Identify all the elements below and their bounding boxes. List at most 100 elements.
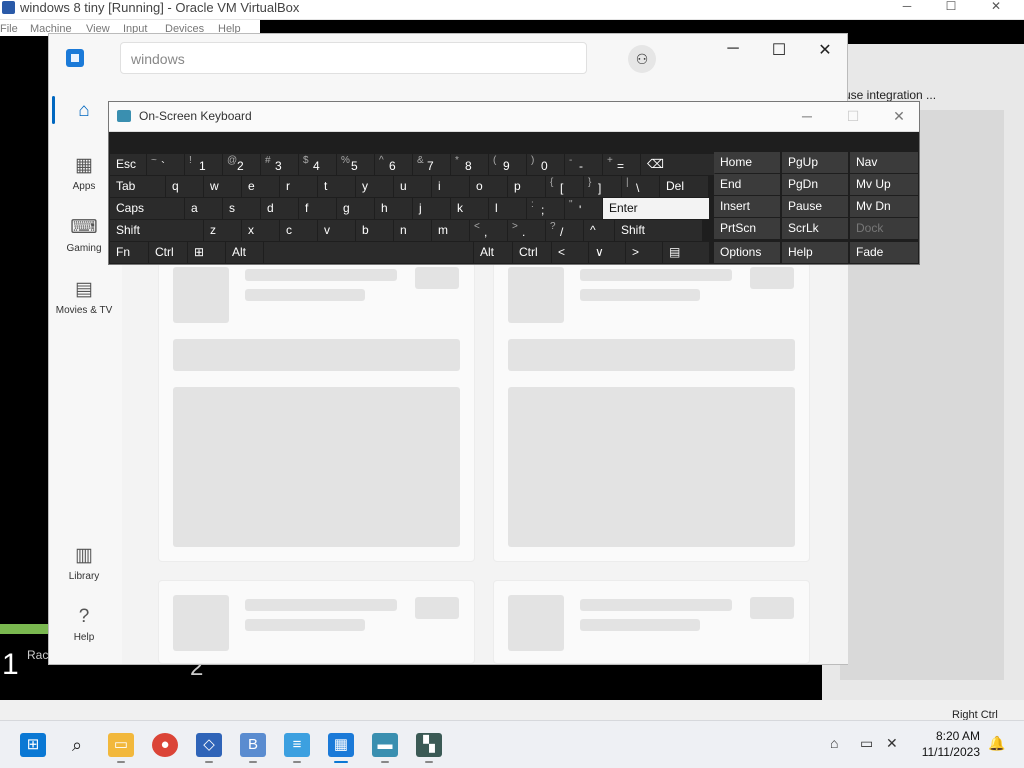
osk-key[interactable]: y xyxy=(356,176,393,197)
nav-help[interactable]: ? Help xyxy=(48,606,120,643)
osk-key[interactable]: j xyxy=(413,198,450,219)
nav-movies[interactable]: ▤ Movies & TV xyxy=(48,278,120,316)
clock-time[interactable]: 8:20 AM xyxy=(920,729,980,743)
osk-key-menu[interactable]: ▤ xyxy=(663,242,709,263)
osk-key[interactable]: #3 xyxy=(261,154,298,175)
osk-key-pause[interactable]: Pause xyxy=(782,196,848,217)
osk-key[interactable]: f xyxy=(299,198,336,219)
store-close-button[interactable]: ✕ xyxy=(810,40,840,60)
osk-key-help[interactable]: Help xyxy=(782,242,848,263)
osk-key-alt-right[interactable]: Alt xyxy=(474,242,512,263)
osk-key-ctrl-right[interactable]: Ctrl xyxy=(513,242,551,263)
osk-key-shift-left[interactable]: Shift xyxy=(110,220,203,241)
osk-key-pgdn[interactable]: PgDn xyxy=(782,174,848,195)
osk-key[interactable]: u xyxy=(394,176,431,197)
terminal-icon[interactable]: ▬ xyxy=(372,733,398,757)
osk-key[interactable]: ! 1 xyxy=(185,154,222,175)
osk-minimize-button[interactable]: ─ xyxy=(797,108,817,126)
osk-key[interactable]: }] xyxy=(584,176,621,197)
osk-key[interactable]: v xyxy=(318,220,355,241)
minimize-button[interactable]: ─ xyxy=(892,0,922,16)
osk-key[interactable]: ^ 6 xyxy=(375,154,412,175)
osk-key[interactable]: x xyxy=(242,220,279,241)
osk-key-mv-dn[interactable]: Mv Dn xyxy=(850,196,918,217)
osk-key[interactable]: <, xyxy=(470,220,507,241)
osk-key[interactable]: t xyxy=(318,176,355,197)
osk-key[interactable]: o xyxy=(470,176,507,197)
osk-key-win[interactable]: ⊞ xyxy=(188,242,225,263)
osk-key-dock[interactable]: Dock xyxy=(850,218,918,239)
user-icon[interactable]: ⚇ xyxy=(628,45,656,73)
osk-key-ctrl[interactable]: Ctrl xyxy=(149,242,187,263)
osk-key[interactable]: ) 0 xyxy=(527,154,564,175)
start-icon[interactable]: ⊞ xyxy=(20,733,46,757)
osk-key-esc[interactable]: Esc xyxy=(110,154,146,175)
osk-key[interactable]: q xyxy=(166,176,203,197)
osk-key-up[interactable]: ^ xyxy=(584,220,614,241)
osk-key[interactable]: + = xyxy=(603,154,640,175)
osk-key[interactable]: m xyxy=(432,220,469,241)
search-icon[interactable]: ⌕ xyxy=(64,733,90,757)
osk-key-space[interactable] xyxy=(264,242,473,263)
nav-library[interactable]: ▥ Library xyxy=(48,544,120,582)
osk-key[interactable]: * 8 xyxy=(451,154,488,175)
search-input[interactable]: windows xyxy=(120,42,587,74)
osk-key[interactable]: | \ xyxy=(622,176,659,197)
osk-key[interactable]: " ' xyxy=(565,198,602,219)
chrome-icon[interactable]: ● xyxy=(152,733,178,757)
osk-key-alt[interactable]: Alt xyxy=(226,242,263,263)
network-icon[interactable]: ⌂ xyxy=(830,735,838,751)
osk-key[interactable]: a xyxy=(185,198,222,219)
osk-key[interactable]: (9 xyxy=(489,154,526,175)
store-minimize-button[interactable]: ─ xyxy=(718,40,748,60)
osk-key[interactable]: g xyxy=(337,198,374,219)
code-blocks-icon[interactable]: B xyxy=(240,733,266,757)
osk-key[interactable]: l xyxy=(489,198,526,219)
osk-key[interactable]: @2 xyxy=(223,154,260,175)
osk-key[interactable]: % 5 xyxy=(337,154,374,175)
virtualbox-icon[interactable]: ◇ xyxy=(196,733,222,757)
osk-key-nav[interactable]: Nav xyxy=(850,152,918,173)
store-icon[interactable]: ▦ xyxy=(328,733,354,757)
osk-key-scrlk[interactable]: ScrLk xyxy=(782,218,848,239)
display-icon[interactable]: ▭ xyxy=(860,735,873,752)
osk-maximize-button[interactable]: ☐ xyxy=(843,108,863,126)
volume-muted-icon[interactable]: ✕ xyxy=(886,735,898,752)
maximize-button[interactable]: ☐ xyxy=(936,0,966,16)
osk-key-home[interactable]: Home xyxy=(714,152,780,173)
osk-key-fade[interactable]: Fade xyxy=(850,242,918,263)
osk-key[interactable]: w xyxy=(204,176,241,197)
osk-key[interactable]: >. xyxy=(508,220,545,241)
osk-key[interactable]: b xyxy=(356,220,393,241)
osk-key[interactable]: -- xyxy=(565,154,602,175)
osk-key[interactable]: r xyxy=(280,176,317,197)
close-button[interactable]: ✕ xyxy=(981,0,1011,16)
osk-key[interactable]: ~ ` xyxy=(147,154,184,175)
notification-bell-icon[interactable]: 🔔 xyxy=(988,735,1005,752)
osk-key-insert[interactable]: Insert xyxy=(714,196,780,217)
osk-key-shift-right[interactable]: Shift xyxy=(615,220,702,241)
osk-key[interactable]: h xyxy=(375,198,412,219)
osk-key-enter[interactable]: Enter xyxy=(603,198,709,219)
osk-key[interactable]: p xyxy=(508,176,545,197)
osk-key-left[interactable]: < xyxy=(552,242,588,263)
osk-key[interactable]: {[ xyxy=(546,176,583,197)
osk-key-del[interactable]: Del xyxy=(660,176,708,197)
osk-key-prtscn[interactable]: PrtScn xyxy=(714,218,780,239)
osk-key[interactable]: d xyxy=(261,198,298,219)
osk-key[interactable]: :; xyxy=(527,198,564,219)
osk-key[interactable]: s xyxy=(223,198,260,219)
clock-date[interactable]: 11/11/2023 xyxy=(906,745,980,759)
osk-key[interactable]: z xyxy=(204,220,241,241)
notepad-icon[interactable]: ≡ xyxy=(284,733,310,757)
osk-key-backspace[interactable]: ⌫ xyxy=(641,154,715,175)
osk-key[interactable]: k xyxy=(451,198,488,219)
osk-key[interactable]: c xyxy=(280,220,317,241)
osk-key[interactable]: e xyxy=(242,176,279,197)
osk-key[interactable]: & 7 xyxy=(413,154,450,175)
osk-key-tab[interactable]: Tab xyxy=(110,176,165,197)
osk-key[interactable]: ? / xyxy=(546,220,583,241)
file-explorer-icon[interactable]: ▭ xyxy=(108,733,134,757)
osk-key-caps[interactable]: Caps xyxy=(110,198,184,219)
store-maximize-button[interactable]: ☐ xyxy=(764,40,794,60)
